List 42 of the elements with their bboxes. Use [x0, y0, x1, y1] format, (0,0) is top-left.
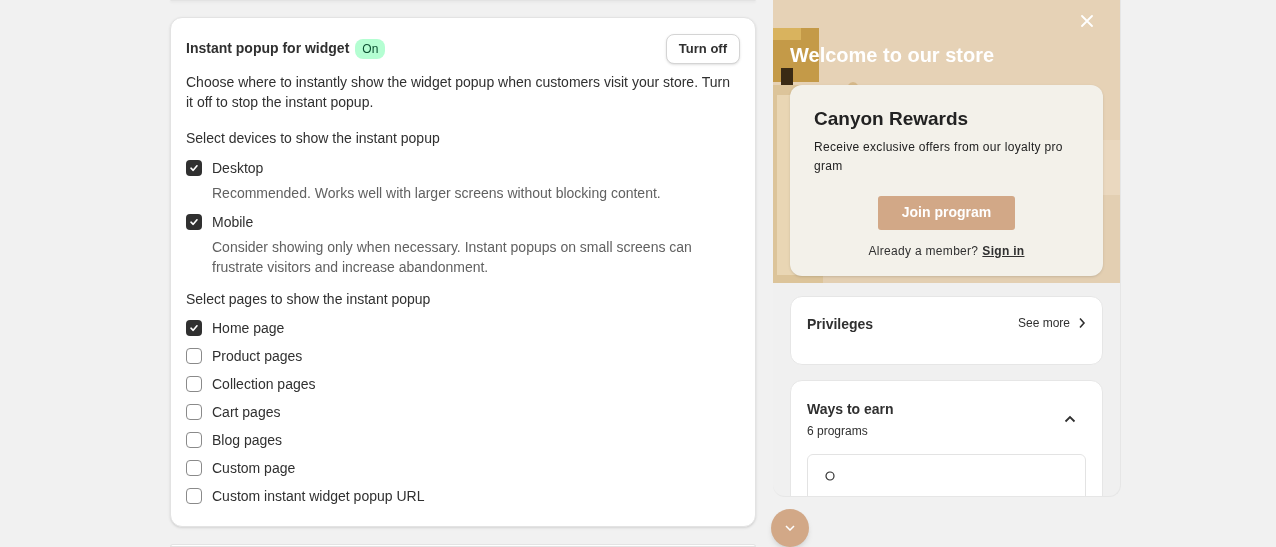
help-text: Recommended. Works well with larger screens without blocking content.	[212, 183, 662, 203]
help-text: Consider showing only when necessary. Instant popups on small screens can frustrate visitors and increase abandonment.	[212, 237, 693, 277]
status-badge: On	[355, 38, 386, 59]
checkbox-label: Custom instant widget popup URL	[212, 486, 425, 506]
checkbox[interactable]	[186, 460, 202, 477]
rewards-title: Canyon Rewards	[814, 107, 970, 131]
checkbox[interactable]	[186, 320, 202, 337]
sign-in-link[interactable]: Sign in	[982, 241, 1025, 260]
checkbox-label: Cart pages	[212, 402, 281, 422]
checkbox-label: Custom page	[212, 458, 296, 478]
member-prompt: Already a member?	[868, 242, 979, 260]
rewards-text: Receive exclusive offers from our loyalty pro gram	[814, 138, 1064, 175]
description: Choose where to instantly show the widget popup when customers visit your store. Turn it off to stop the instant popup.	[186, 72, 731, 112]
privileges-card[interactable]: Privileges See more	[790, 295, 1103, 365]
turn-off-button[interactable]: Turn off	[665, 34, 740, 64]
checkbox[interactable]	[186, 432, 202, 449]
checkbox[interactable]	[186, 214, 202, 231]
checkbox[interactable]	[186, 376, 202, 393]
checkbox-label: Desktop	[212, 158, 264, 178]
checkbox[interactable]	[186, 348, 202, 365]
program-count: 6 programs	[807, 422, 869, 440]
check-icon	[189, 323, 199, 334]
check-icon	[189, 163, 199, 174]
see-more-link[interactable]: See more	[1017, 313, 1070, 332]
checkbox-label: Mobile	[212, 212, 254, 232]
privileges-title: Privileges	[807, 314, 874, 334]
card-title: Instant popup for widget	[186, 39, 350, 59]
section-heading: Select devices to show the instant popup	[186, 128, 441, 148]
checkbox[interactable]	[186, 404, 202, 421]
checkbox-label: Blog pages	[212, 430, 283, 450]
chevron-down-icon	[785, 525, 795, 531]
ways-to-earn-title: Ways to earn	[807, 399, 894, 419]
checkbox-label: Home page	[212, 318, 285, 338]
chevron-right-icon	[1078, 316, 1086, 329]
section-heading: Select pages to show the instant popup	[186, 289, 432, 309]
checkbox[interactable]	[186, 488, 202, 505]
chevron-up-icon[interactable]	[1064, 415, 1076, 423]
check-icon	[189, 217, 199, 228]
checkbox[interactable]	[186, 160, 202, 177]
checkbox-label: Collection pages	[212, 374, 316, 394]
collapse-button[interactable]	[771, 509, 809, 547]
checkbox-label: Product pages	[212, 346, 303, 366]
